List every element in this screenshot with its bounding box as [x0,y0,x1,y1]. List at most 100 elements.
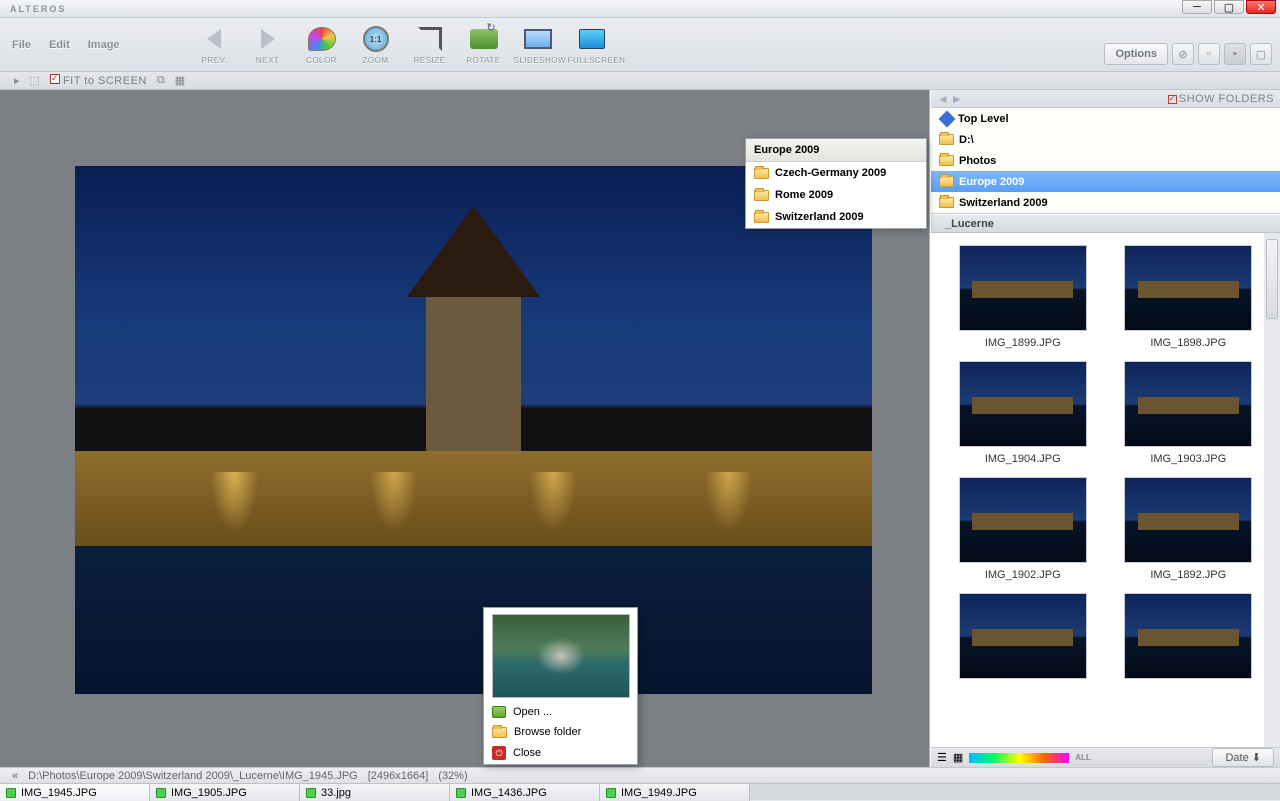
ctx-close[interactable]: ⏻Close [484,742,637,764]
thumbnail[interactable]: IMG_1903.JPG [1115,361,1263,465]
color-spectrum[interactable] [969,753,1069,763]
minimize-button[interactable]: ─ [1182,0,1212,14]
ctx-browse[interactable]: Browse folder [484,722,637,742]
prev-button[interactable]: PREV [190,24,238,65]
nav-back-icon[interactable]: ◄ [937,92,949,106]
power-icon: ⏻ [492,746,506,760]
pointer-icon[interactable]: ▸ [14,74,20,87]
mark-label: ALL [1075,753,1091,762]
thumbnail[interactable] [949,593,1097,685]
flyout-item[interactable]: Czech-Germany 2009 [746,162,926,184]
document-tab[interactable]: IMG_1945.JPG [0,784,150,801]
tab-label: 33.jpg [321,787,351,799]
thumbnail-pane[interactable]: IMG_1899.JPG IMG_1898.JPG IMG_1904.JPG IMG_… [931,233,1280,747]
menu-file[interactable]: File [12,39,31,51]
image-file-icon [306,788,316,798]
document-tab[interactable]: IMG_1436.JPG [450,784,600,801]
document-tabs: IMG_1945.JPG IMG_1905.JPG 33.jpg IMG_1436.J… [0,783,1280,800]
folder-icon [939,176,954,187]
thumbnail[interactable]: IMG_1898.JPG [1115,245,1263,349]
maximize-button[interactable]: ▢ [1214,0,1244,14]
folder-icon [939,134,954,145]
menu-edit[interactable]: Edit [49,39,70,51]
thumbnail[interactable]: IMG_1904.JPG [949,361,1097,465]
ctx-open[interactable]: Open ... [484,702,637,722]
folder-icon [754,190,769,201]
arrow-right-icon [261,29,275,49]
folder-icon [754,168,769,179]
document-tab[interactable]: IMG_1949.JPG [600,784,750,801]
color-button[interactable]: COLOR [298,24,346,65]
folder-subheader: _Lucerne [931,214,1280,233]
image-file-icon [606,788,616,798]
sub-toolbar: ▸ ⬚ FIT to SCREEN ⧉ ▦ [0,72,1280,90]
view-grid-icon[interactable]: ▦ [953,751,963,764]
options-button[interactable]: Options [1104,43,1168,65]
diamond-icon [939,110,956,127]
folder-tree: Top Level D:\ Photos Europe 2009 Switzer… [931,108,1280,214]
fit-to-screen-toggle[interactable]: FIT to SCREEN [50,74,147,87]
flyout-header: Europe 2009 [746,139,926,162]
resize-button[interactable]: RESIZE [406,24,454,65]
folder-icon [492,727,507,738]
thumbnail[interactable]: IMG_1899.JPG [949,245,1097,349]
thumbnail-caption: IMG_1892.JPG [1115,569,1263,581]
open-icon [492,706,506,718]
thumbnail-caption: IMG_1899.JPG [949,337,1097,349]
monitor-icon [579,29,605,49]
slideshow-button[interactable]: SLIDESHOW [514,24,562,65]
show-folders-toggle[interactable]: SHOW FOLDERS [1168,93,1274,105]
tree-node-europe[interactable]: Europe 2009 [931,171,1280,192]
copy-icon[interactable]: ⧉ [157,74,165,87]
tab-label: IMG_1905.JPG [171,787,247,799]
status-nav-left[interactable]: « [12,770,18,782]
view-list-icon[interactable]: ☰ [937,751,947,764]
status-dims: [2496x1664] [368,770,429,782]
layout-btn-2[interactable]: ▫ [1198,43,1220,65]
main-image [75,166,872,694]
sort-desc-icon: ⬇ [1252,752,1261,764]
flyout-item[interactable]: Rome 2009 [746,184,926,206]
fullscreen-button[interactable]: FULLSCREEN [568,24,616,65]
slideshow-icon [524,29,552,49]
nav-fwd-icon[interactable]: ► [951,92,963,106]
tree-node-drive[interactable]: D:\ [931,129,1280,150]
folder-icon [939,197,954,208]
folder-icon [939,155,954,166]
grid-icon[interactable]: ▦ [175,74,185,87]
side-panel: ◄ ► SHOW FOLDERS Top Level D:\ Photos Eu… [930,90,1280,767]
zoom-button[interactable]: ZOOM [352,24,400,65]
thumbnail[interactable]: IMG_1902.JPG [949,477,1097,581]
flyout-item[interactable]: Switzerland 2009 [746,206,926,228]
document-tab[interactable]: 33.jpg [300,784,450,801]
status-path: D:\Photos\Europe 2009\Switzerland 2009\_… [28,770,358,782]
layout-btn-3[interactable]: ▪ [1224,43,1246,65]
thumbnail-caption: IMG_1902.JPG [949,569,1097,581]
tree-node-photos[interactable]: Photos [931,150,1280,171]
tree-node-toplevel[interactable]: Top Level [931,108,1280,129]
tab-label: IMG_1436.JPG [471,787,547,799]
crop-icon [418,27,442,51]
document-tab[interactable]: IMG_1905.JPG [150,784,300,801]
thumbnail-caption: IMG_1903.JPG [1115,453,1263,465]
close-window-button[interactable]: ✕ [1246,0,1276,14]
layout-btn-4[interactable]: ▢ [1250,43,1272,65]
tab-label: IMG_1949.JPG [621,787,697,799]
tab-preview-popup: Open ... Browse folder ⏻Close [483,607,638,765]
rotate-button[interactable]: ROTATE [460,24,508,65]
date-sort-button[interactable]: Date ⬇ [1212,748,1274,767]
image-file-icon [456,788,466,798]
tree-node-switzerland[interactable]: Switzerland 2009 [931,192,1280,213]
thumbs-scrollbar[interactable] [1264,233,1280,747]
selection-icon[interactable]: ⬚ [30,74,40,87]
menu-image[interactable]: Image [88,39,120,51]
thumbnail[interactable] [1115,593,1263,685]
toolbar-region: File Edit Image PREV NEXT COLOR ZOOM RES… [0,18,1280,72]
next-button[interactable]: NEXT [244,24,292,65]
layout-btn-1[interactable]: ⊘ [1172,43,1194,65]
folder-flyout-menu: Europe 2009 Czech-Germany 2009 Rome 2009… [745,138,927,229]
thumbnail-caption: IMG_1904.JPG [949,453,1097,465]
app-title: ALTEROS [0,4,66,14]
thumbnail[interactable]: IMG_1892.JPG [1115,477,1263,581]
status-bar: « D:\Photos\Europe 2009\Switzerland 2009… [0,767,1280,783]
